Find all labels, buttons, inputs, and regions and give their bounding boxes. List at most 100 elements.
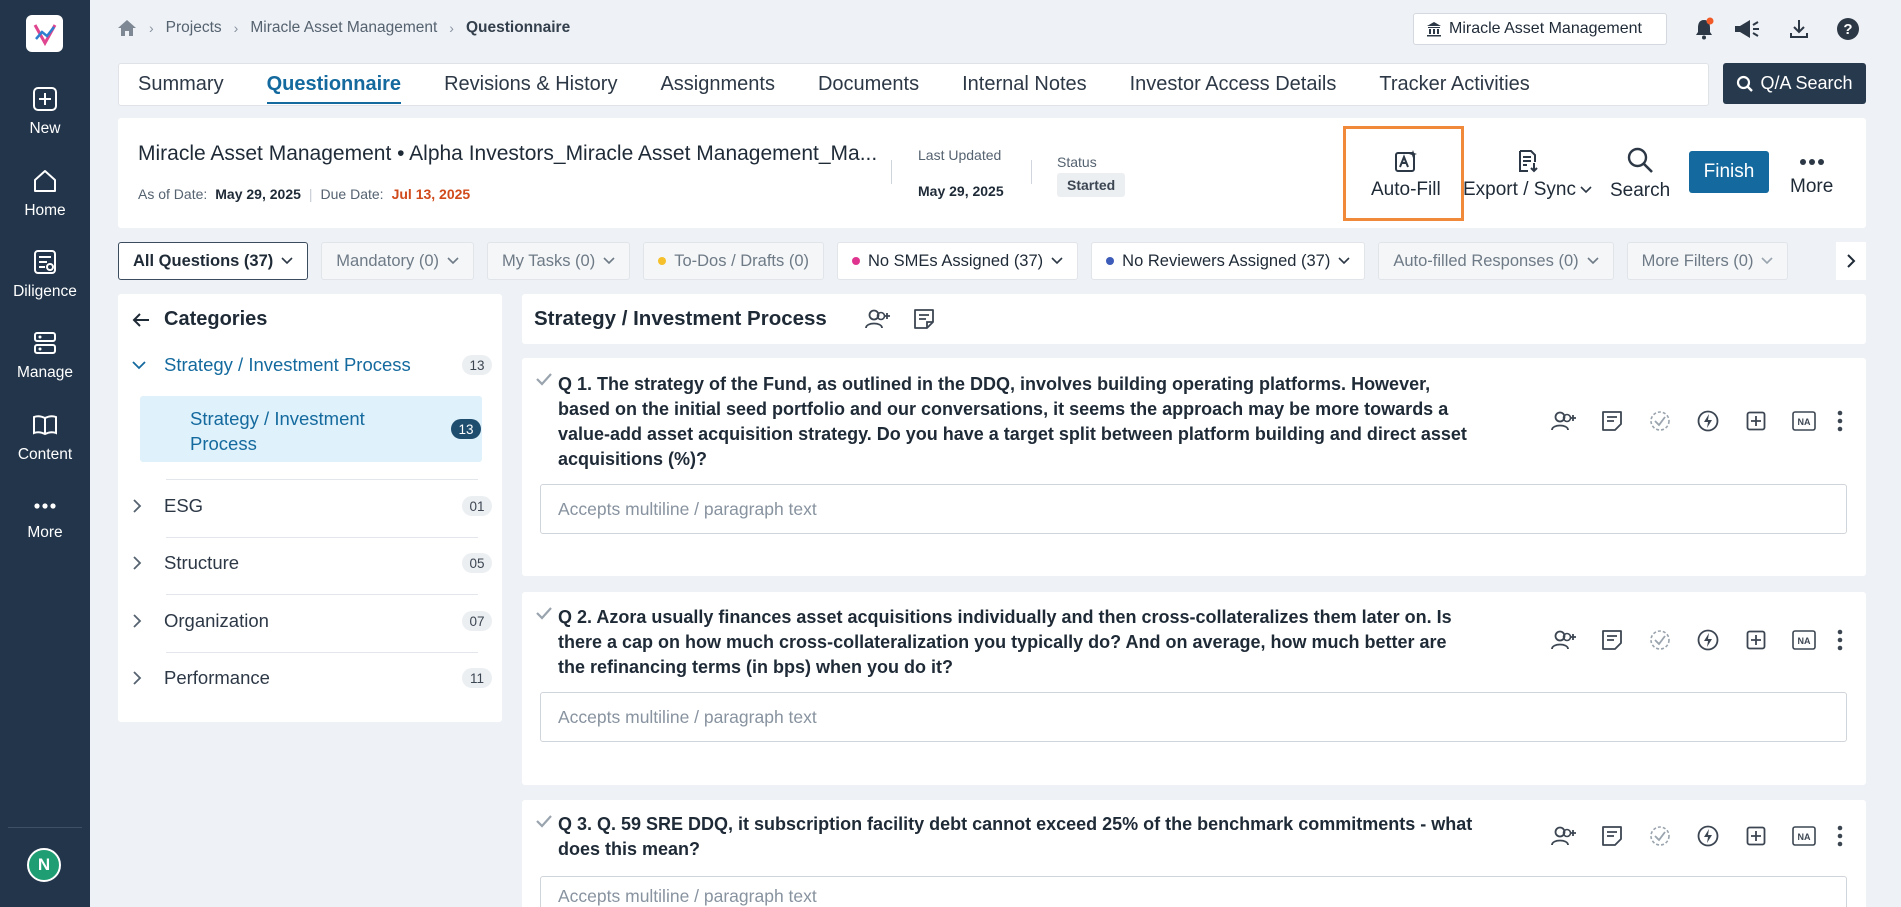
na-icon[interactable]: NA <box>1780 625 1828 655</box>
due-label: Due Date: <box>320 186 384 202</box>
category-count: 13 <box>462 355 492 375</box>
category-strategy[interactable]: Strategy / Investment Process 13 <box>132 342 492 388</box>
home-icon[interactable] <box>117 19 137 37</box>
category-count: 05 <box>462 553 492 573</box>
last-updated-label: Last Updated <box>918 147 1002 163</box>
assign-user-icon[interactable] <box>1540 821 1588 851</box>
bank-icon <box>1426 21 1442 37</box>
lightning-icon[interactable] <box>1684 625 1732 655</box>
category-structure[interactable]: Structure 05 <box>132 540 492 586</box>
add-box-icon[interactable] <box>1732 406 1780 436</box>
assign-user-icon[interactable] <box>1540 625 1588 655</box>
chevron-right-icon: › <box>449 20 454 36</box>
chevron-down-icon <box>281 257 293 265</box>
filter-auto-filled[interactable]: Auto-filled Responses (0) <box>1378 242 1614 280</box>
manage-icon <box>32 330 58 356</box>
add-box-icon[interactable] <box>1732 821 1780 851</box>
tab-bar: Summary Questionnaire Revisions & Histor… <box>118 63 1709 106</box>
search-button[interactable]: Search <box>1610 146 1670 202</box>
help-icon[interactable]: ? <box>1834 15 1862 43</box>
chevron-right-icon: › <box>149 20 154 36</box>
tab-documents[interactable]: Documents <box>818 63 919 106</box>
tab-investor-access-details[interactable]: Investor Access Details <box>1130 63 1337 106</box>
assign-user-icon[interactable] <box>864 308 891 330</box>
chevron-down-icon <box>447 257 459 265</box>
answer-input[interactable]: Accepts multiline / paragraph text <box>540 692 1847 742</box>
filter-scroll-right[interactable] <box>1836 242 1866 280</box>
filter-mandatory[interactable]: Mandatory (0) <box>321 242 474 280</box>
qa-search-button[interactable]: Q/A Search <box>1723 63 1866 104</box>
lightning-icon[interactable] <box>1684 821 1732 851</box>
rail-home[interactable]: Home <box>0 168 90 220</box>
more-button[interactable]: More <box>1790 154 1833 198</box>
filter-more-filters[interactable]: More Filters (0) <box>1626 242 1789 280</box>
filter-no-reviewers[interactable]: No Reviewers Assigned (37) <box>1091 242 1366 280</box>
tab-revisions-history[interactable]: Revisions & History <box>444 63 617 106</box>
answer-input[interactable]: Accepts multiline / paragraph text <box>540 876 1847 907</box>
tab-internal-notes[interactable]: Internal Notes <box>962 63 1087 106</box>
na-icon[interactable]: NA <box>1780 821 1828 851</box>
question-actions: NA <box>1540 821 1852 851</box>
rail-divider <box>8 827 82 828</box>
approve-check-icon[interactable] <box>1636 821 1684 851</box>
subcategory-count: 13 <box>451 419 481 439</box>
note-icon[interactable] <box>1588 406 1636 436</box>
download-icon[interactable] <box>1785 15 1813 43</box>
add-box-icon[interactable] <box>1732 625 1780 655</box>
category-organization[interactable]: Organization 07 <box>132 598 492 644</box>
kebab-menu-icon[interactable] <box>1828 821 1852 851</box>
filter-label: All Questions (37) <box>133 251 274 270</box>
question-actions: NA <box>1540 406 1852 436</box>
na-icon[interactable]: NA <box>1780 406 1828 436</box>
breadcrumb: › Projects › Miracle Asset Management › … <box>117 19 570 37</box>
category-esg[interactable]: ESG 01 <box>132 483 492 529</box>
notification-bell-icon[interactable] <box>1690 15 1718 43</box>
note-icon[interactable] <box>913 308 935 330</box>
back-arrow-icon[interactable] <box>132 312 150 328</box>
note-icon[interactable] <box>1588 625 1636 655</box>
export-sync-button[interactable]: Export / Sync <box>1463 149 1592 201</box>
svg-text:NA: NA <box>1798 832 1811 842</box>
kebab-menu-icon[interactable] <box>1828 625 1852 655</box>
approve-check-icon[interactable] <box>1636 406 1684 436</box>
chevron-down-icon <box>1051 257 1063 265</box>
app-logo[interactable] <box>26 15 63 52</box>
rail-more[interactable]: More <box>0 496 90 542</box>
tab-questionnaire[interactable]: Questionnaire <box>266 63 402 106</box>
category-name: ESG <box>164 495 204 516</box>
firm-selector[interactable]: Miracle Asset Management <box>1413 13 1667 45</box>
tab-summary[interactable]: Summary <box>138 63 224 106</box>
breadcrumb-firm[interactable]: Miracle Asset Management <box>250 19 437 37</box>
filter-my-tasks[interactable]: My Tasks (0) <box>487 242 631 280</box>
subcategory-strategy[interactable]: Strategy / Investment Process 13 <box>140 396 482 462</box>
filter-todos-drafts[interactable]: To-Dos / Drafts (0) <box>643 242 824 280</box>
qa-search-label: Q/A Search <box>1760 73 1853 93</box>
filter-all-questions[interactable]: All Questions (37) <box>118 242 309 280</box>
more-dots-icon <box>1799 154 1825 170</box>
rail-label: More <box>27 524 63 541</box>
chevron-down-icon <box>1338 257 1350 265</box>
rail-new[interactable]: New <box>0 86 90 138</box>
category-performance[interactable]: Performance 11 <box>132 655 492 701</box>
rail-manage[interactable]: Manage <box>0 330 90 382</box>
answer-input[interactable]: Accepts multiline / paragraph text <box>540 484 1847 534</box>
note-icon[interactable] <box>1588 821 1636 851</box>
filter-no-smes[interactable]: No SMEs Assigned (37) <box>837 242 1079 280</box>
megaphone-icon[interactable] <box>1733 15 1761 43</box>
assign-user-icon[interactable] <box>1540 406 1588 436</box>
lightning-icon[interactable] <box>1684 406 1732 436</box>
header-divider <box>1031 160 1032 184</box>
rail-content[interactable]: Content <box>0 412 90 464</box>
header-divider <box>891 160 892 184</box>
user-avatar[interactable]: N <box>27 848 61 882</box>
finish-button[interactable]: Finish <box>1689 151 1769 193</box>
kebab-menu-icon[interactable] <box>1828 406 1852 436</box>
status-label: Status <box>1057 154 1097 170</box>
rail-diligence[interactable]: Diligence <box>0 249 90 301</box>
breadcrumb-projects[interactable]: Projects <box>166 19 222 37</box>
tab-tracker-activities[interactable]: Tracker Activities <box>1379 63 1529 106</box>
export-sync-label: Export / Sync <box>1463 179 1576 200</box>
tab-assignments[interactable]: Assignments <box>660 63 775 106</box>
approve-check-icon[interactable] <box>1636 625 1684 655</box>
chevron-right-icon <box>1846 253 1856 269</box>
